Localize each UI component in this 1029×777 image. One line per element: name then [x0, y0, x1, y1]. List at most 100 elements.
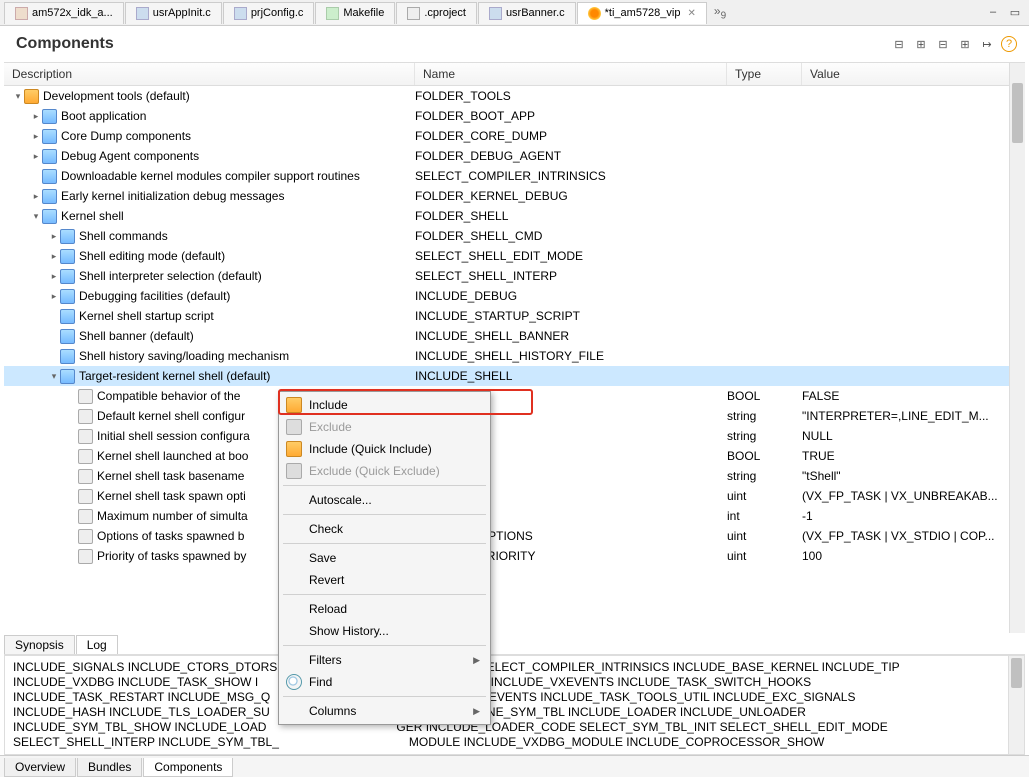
tree-row[interactable]: ▸Boot applicationFOLDER_BOOT_APP	[4, 106, 1025, 126]
tab-6[interactable]: *ti_am5728_vip✕	[577, 2, 707, 24]
minimize-icon[interactable]: –	[985, 6, 1001, 19]
tree-row[interactable]: Kernel shell task basenameNAME_BASEstrin…	[4, 466, 1025, 486]
tree-row[interactable]: ▸Shell editing mode (default)SELECT_SHEL…	[4, 246, 1025, 266]
footer-tab-bundles[interactable]: Bundles	[77, 758, 142, 777]
scrollbar-vertical[interactable]	[1009, 63, 1025, 633]
menu-item[interactable]: Include	[281, 394, 488, 416]
tree-row[interactable]: ▸Debug Agent componentsFOLDER_DEBUG_AGEN…	[4, 146, 1025, 166]
scroll-thumb[interactable]	[1012, 83, 1023, 143]
tree-name: INCLUDE_SHELL_HISTORY_FILE	[415, 349, 727, 363]
tree-row[interactable]: Compatible behavior of theATIBLEBOOLFALS…	[4, 386, 1025, 406]
tree-row[interactable]: Shell banner (default)INCLUDE_SHELL_BANN…	[4, 326, 1025, 346]
tree-row[interactable]: Default kernel shell configurLT_CONFIGst…	[4, 406, 1025, 426]
tree-row[interactable]: Kernel shell task spawn optiOPTIONSuint(…	[4, 486, 1025, 506]
footer-tab-overview[interactable]: Overview	[4, 758, 76, 777]
tab-5[interactable]: usrBanner.c	[478, 2, 576, 24]
tab-0[interactable]: am572x_idk_a...	[4, 2, 124, 24]
file-icon	[136, 7, 149, 20]
expand-icon[interactable]: ⊞	[913, 36, 929, 52]
col-value[interactable]: Value	[802, 63, 1025, 85]
col-description[interactable]: Description	[4, 63, 415, 85]
footer-tabs: Overview Bundles Components	[0, 755, 1029, 777]
scrollbar-vertical[interactable]	[1008, 656, 1024, 754]
log-area[interactable]: INCLUDE_SIGNALS INCLUDE_CTORS_DTORS INTR…	[4, 655, 1025, 755]
tool4-icon[interactable]: ⊞	[957, 36, 973, 52]
tree-row[interactable]: Options of tasks spawned bIED_TASK_OPTIO…	[4, 526, 1025, 546]
menu-item[interactable]: Autoscale...	[281, 489, 488, 511]
tree-label: Kernel shell launched at boo	[97, 449, 248, 463]
log-line: SELECT_SHELL_INTERP INCLUDE_SYM_TBL_ MOD…	[13, 735, 1016, 750]
collapse-icon[interactable]: ⊟	[891, 36, 907, 52]
log-line: INCLUDE_VXDBG INCLUDE_TASK_SHOW I MEMPRO…	[13, 675, 1016, 690]
expander-icon[interactable]: ▸	[30, 111, 42, 122]
tree-type: string	[727, 429, 802, 443]
tab-1[interactable]: usrAppInit.c	[125, 2, 222, 24]
tree-row[interactable]: Initial shell session configuraCONFIGstr…	[4, 426, 1025, 446]
tree-body[interactable]: ▾Development tools (default)FOLDER_TOOLS…	[4, 86, 1025, 633]
tab-log[interactable]: Log	[76, 635, 118, 654]
tree-row[interactable]: ▸Core Dump componentsFOLDER_CORE_DUMP	[4, 126, 1025, 146]
tab-3[interactable]: Makefile	[315, 2, 395, 24]
boxes-icon	[42, 169, 57, 184]
expander-icon[interactable]: ▸	[30, 151, 42, 162]
tab-synopsis[interactable]: Synopsis	[4, 635, 75, 654]
tree-label: Shell commands	[79, 229, 168, 243]
tab-2[interactable]: prjConfig.c	[223, 2, 315, 24]
tree-row[interactable]: Priority of tasks spawned byIED_TASK_PRI…	[4, 546, 1025, 566]
menu-label: Include	[309, 398, 348, 412]
tree-value: NULL	[802, 429, 1025, 443]
tree-row[interactable]: ▾Development tools (default)FOLDER_TOOLS	[4, 86, 1025, 106]
expander-icon[interactable]: ▸	[48, 231, 60, 242]
log-line: INCLUDE_HASH INCLUDE_TLS_LOADER_SU DE_ST…	[13, 705, 1016, 720]
close-icon[interactable]: ✕	[687, 8, 695, 19]
expander-icon[interactable]: ▸	[48, 251, 60, 262]
maximize-icon[interactable]: ▭	[1007, 6, 1023, 19]
menu-label: Show History...	[309, 624, 389, 638]
menu-item[interactable]: Find	[281, 671, 488, 693]
tab-overflow[interactable]: »9	[708, 4, 732, 21]
menu-item[interactable]: Filters▶	[281, 649, 488, 671]
tree-row[interactable]: Kernel shell startup scriptINCLUDE_START…	[4, 306, 1025, 326]
tab-4[interactable]: .cproject	[396, 2, 477, 24]
tree-label: Debug Agent components	[61, 149, 199, 163]
menu-item: Exclude	[281, 416, 488, 438]
tree-row[interactable]: ▸Shell interpreter selection (default)SE…	[4, 266, 1025, 286]
expander-icon[interactable]: ▸	[48, 291, 60, 302]
tree-row[interactable]: Shell history saving/loading mechanismIN…	[4, 346, 1025, 366]
menu-item[interactable]: Reload	[281, 598, 488, 620]
menu-item[interactable]: Revert	[281, 569, 488, 591]
col-name[interactable]: Name	[415, 63, 727, 85]
menu-item[interactable]: Include (Quick Include)	[281, 438, 488, 460]
file-icon	[588, 7, 601, 20]
param-icon	[78, 429, 93, 444]
expander-icon[interactable]: ▸	[30, 191, 42, 202]
tree-label: Shell interpreter selection (default)	[79, 269, 262, 283]
tree-row[interactable]: Downloadable kernel modules compiler sup…	[4, 166, 1025, 186]
tree-row[interactable]: Kernel shell launched at booAT_BOOTBOOLT…	[4, 446, 1025, 466]
param-icon	[78, 469, 93, 484]
help-icon[interactable]: ?	[1001, 36, 1017, 52]
expander-icon[interactable]: ▸	[48, 271, 60, 282]
col-type[interactable]: Type	[727, 63, 802, 85]
scroll-thumb[interactable]	[1011, 658, 1022, 688]
tree-row[interactable]: ▸Debugging facilities (default)INCLUDE_D…	[4, 286, 1025, 306]
tool5-icon[interactable]: ↦	[979, 36, 995, 52]
tree-label: Kernel shell	[61, 209, 124, 223]
tree-row[interactable]: ▾Kernel shellFOLDER_SHELL	[4, 206, 1025, 226]
expander-icon[interactable]: ▾	[48, 371, 60, 382]
tree-row[interactable]: ▸Shell commandsFOLDER_SHELL_CMD	[4, 226, 1025, 246]
tree-row[interactable]: Maximum number of simultaESSIONSint-1	[4, 506, 1025, 526]
tree-row[interactable]: ▾Target-resident kernel shell (default)I…	[4, 366, 1025, 386]
menu-item[interactable]: Columns▶	[281, 700, 488, 722]
expander-icon[interactable]: ▾	[30, 211, 42, 222]
footer-tab-components[interactable]: Components	[143, 758, 233, 777]
expander-icon[interactable]: ▸	[30, 131, 42, 142]
menu-item[interactable]: Save	[281, 547, 488, 569]
boxes-icon	[60, 229, 75, 244]
menu-item[interactable]: Check	[281, 518, 488, 540]
tree-row[interactable]: ▸Early kernel initialization debug messa…	[4, 186, 1025, 206]
tree-label: Compatible behavior of the	[97, 389, 240, 403]
menu-item[interactable]: Show History...	[281, 620, 488, 642]
expander-icon[interactable]: ▾	[12, 91, 24, 102]
tool3-icon[interactable]: ⊟	[935, 36, 951, 52]
